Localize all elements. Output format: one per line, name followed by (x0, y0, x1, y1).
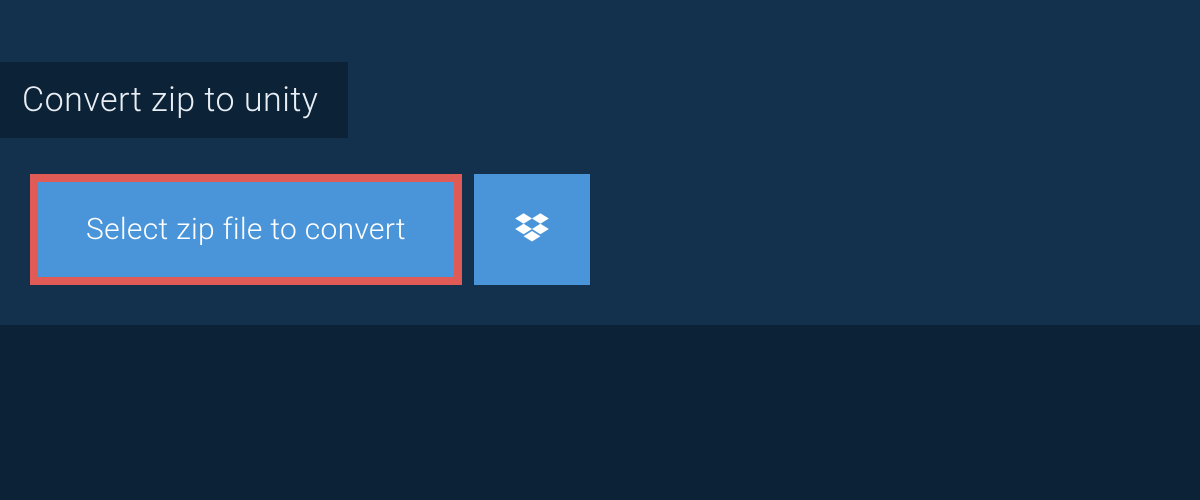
select-file-button[interactable]: Select zip file to convert (30, 174, 462, 285)
action-row: Select zip file to convert (0, 138, 1200, 325)
dropbox-icon (511, 209, 553, 251)
page-title: Convert zip to unity (22, 80, 318, 120)
tab-header: Convert zip to unity (0, 62, 348, 138)
converter-banner: Convert zip to unity Select zip file to … (0, 0, 1200, 325)
select-file-label: Select zip file to convert (86, 212, 406, 247)
dropbox-button[interactable] (474, 174, 590, 285)
